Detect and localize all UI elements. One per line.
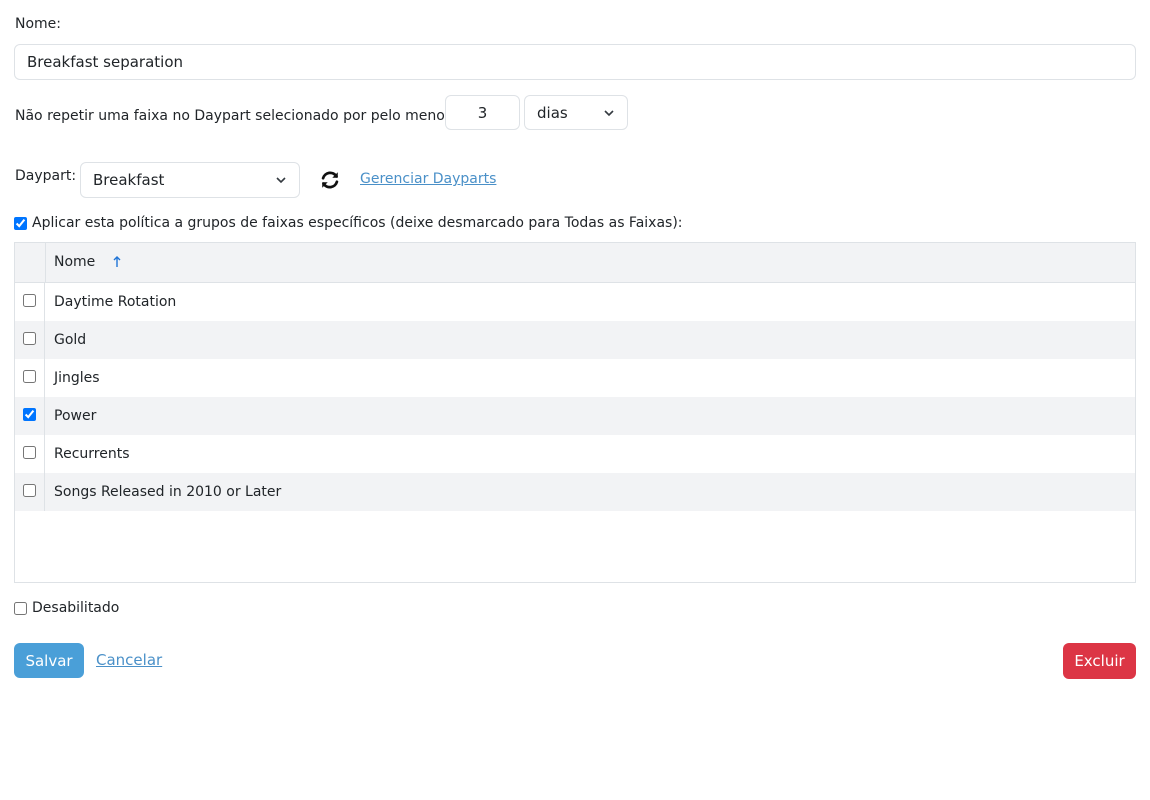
- row-name: Power: [54, 408, 97, 424]
- row-checkbox[interactable]: [23, 484, 36, 497]
- sort-ascending-icon[interactable]: [113, 256, 121, 269]
- manage-dayparts-link[interactable]: Gerenciar Dayparts: [360, 171, 496, 187]
- row-name: Daytime Rotation: [54, 294, 177, 310]
- row-name: Jingles: [54, 370, 100, 386]
- name-label: Nome:: [15, 16, 62, 32]
- disabled-row: Desabilitado: [14, 600, 119, 616]
- chevron-down-icon: [604, 109, 614, 116]
- daypart-select[interactable]: Breakfast: [80, 162, 300, 198]
- repeat-unit-value: dias: [537, 103, 568, 122]
- apply-policy-label: Aplicar esta política a grupos de faixas…: [32, 215, 683, 231]
- header-checkbox-cell: [15, 243, 46, 282]
- name-input[interactable]: [14, 44, 1136, 80]
- daypart-label: Daypart:: [15, 168, 77, 184]
- table-row[interactable]: Power: [15, 397, 1135, 435]
- row-name: Gold: [54, 332, 87, 348]
- column-header-nome[interactable]: Nome: [54, 254, 95, 270]
- apply-policy-checkbox[interactable]: [14, 216, 27, 230]
- row-checkbox[interactable]: [23, 408, 36, 421]
- refresh-icon[interactable]: [319, 169, 341, 191]
- row-checkbox[interactable]: [23, 332, 36, 345]
- row-checkbox[interactable]: [23, 294, 36, 307]
- table-row[interactable]: Daytime Rotation: [15, 283, 1135, 321]
- table-row[interactable]: Songs Released in 2010 or Later: [15, 473, 1135, 511]
- save-button[interactable]: Salvar: [14, 643, 84, 678]
- chevron-down-icon: [276, 177, 286, 184]
- delete-button[interactable]: Excluir: [1063, 643, 1136, 679]
- disabled-checkbox[interactable]: [14, 601, 27, 615]
- table-row[interactable]: Recurrents: [15, 435, 1135, 473]
- table-header: Nome: [15, 243, 1135, 283]
- cancel-link[interactable]: Cancelar: [96, 651, 162, 669]
- repeat-unit-select[interactable]: dias: [524, 95, 628, 130]
- table-row[interactable]: Gold: [15, 321, 1135, 359]
- row-checkbox[interactable]: [23, 446, 36, 459]
- disabled-label: Desabilitado: [32, 600, 120, 616]
- repeat-count-input[interactable]: [445, 95, 520, 130]
- daypart-value: Breakfast: [93, 171, 165, 189]
- table-body: Daytime Rotation Gold Jingles Power Recurren…: [15, 283, 1135, 511]
- track-groups-table: Nome Daytime Rotation Gold Jingles Power Rec…: [14, 242, 1136, 583]
- row-name: Songs Released in 2010 or Later: [54, 484, 282, 500]
- repeat-label: Não repetir uma faixa no Daypart selecio…: [15, 108, 453, 124]
- row-checkbox[interactable]: [23, 370, 36, 383]
- apply-policy-row: Aplicar esta política a grupos de faixas…: [14, 215, 683, 231]
- table-row[interactable]: Jingles: [15, 359, 1135, 397]
- row-name: Recurrents: [54, 446, 130, 462]
